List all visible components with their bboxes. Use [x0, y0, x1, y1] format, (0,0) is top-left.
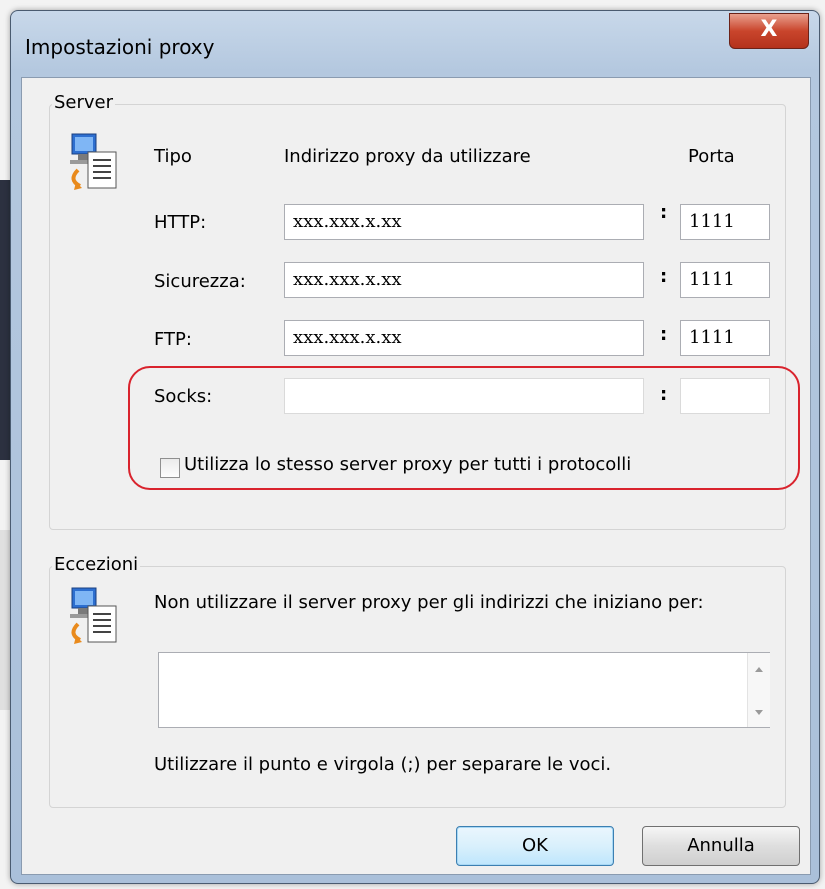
http-port-input[interactable]: 1111 [680, 204, 770, 240]
http-label: HTTP: [154, 212, 207, 233]
ftp-address-input[interactable]: xxx.xxx.x.xx [284, 320, 644, 356]
secure-colon: : [660, 266, 668, 287]
close-icon: X [760, 17, 778, 42]
ftp-colon: : [660, 324, 668, 345]
socks-port-input[interactable] [680, 378, 770, 414]
http-address-input[interactable]: xxx.xxx.x.xx [284, 204, 644, 240]
dialog-client-area: Server Tipo Indirizzo proxy da utilizzar… [21, 77, 811, 875]
ftp-port-input[interactable]: 1111 [680, 320, 770, 356]
socks-address-input[interactable] [284, 378, 644, 414]
exceptions-hint: Utilizzare il punto e virgola (;) per se… [154, 754, 612, 775]
cancel-button[interactable]: Annulla [642, 826, 800, 866]
exceptions-scrollbar[interactable] [747, 653, 770, 727]
proxy-settings-dialog: Impostazioni proxy X Server Tipo Indiriz… [10, 10, 820, 884]
secure-port-input[interactable]: 1111 [680, 262, 770, 298]
dialog-title: Impostazioni proxy [25, 35, 215, 59]
exceptions-group-label: Eccezioni [52, 554, 141, 575]
exceptions-computer-icon [70, 587, 117, 644]
exceptions-input[interactable] [158, 652, 770, 728]
column-header-address: Indirizzo proxy da utilizzare [284, 146, 531, 167]
secure-label: Sicurezza: [154, 271, 246, 292]
scroll-up-icon[interactable] [748, 659, 770, 679]
column-header-type: Tipo [154, 146, 192, 167]
title-bar[interactable]: Impostazioni proxy X [11, 11, 819, 77]
same-proxy-checkbox[interactable] [160, 458, 180, 478]
exceptions-description: Non utilizzare il server proxy per gli i… [154, 592, 704, 613]
socks-colon: : [660, 384, 668, 405]
server-group-label: Server [52, 92, 116, 113]
ftp-label: FTP: [154, 329, 192, 350]
close-button[interactable]: X [729, 13, 809, 49]
same-proxy-label[interactable]: Utilizza lo stesso server proxy per tutt… [184, 454, 631, 475]
column-header-port: Porta [688, 146, 735, 167]
secure-address-input[interactable]: xxx.xxx.x.xx [284, 262, 644, 298]
network-computer-icon [70, 133, 117, 190]
socks-label: Socks: [154, 386, 213, 407]
ok-button[interactable]: OK [456, 826, 614, 866]
scroll-down-icon[interactable] [748, 703, 770, 723]
http-colon: : [660, 202, 668, 223]
